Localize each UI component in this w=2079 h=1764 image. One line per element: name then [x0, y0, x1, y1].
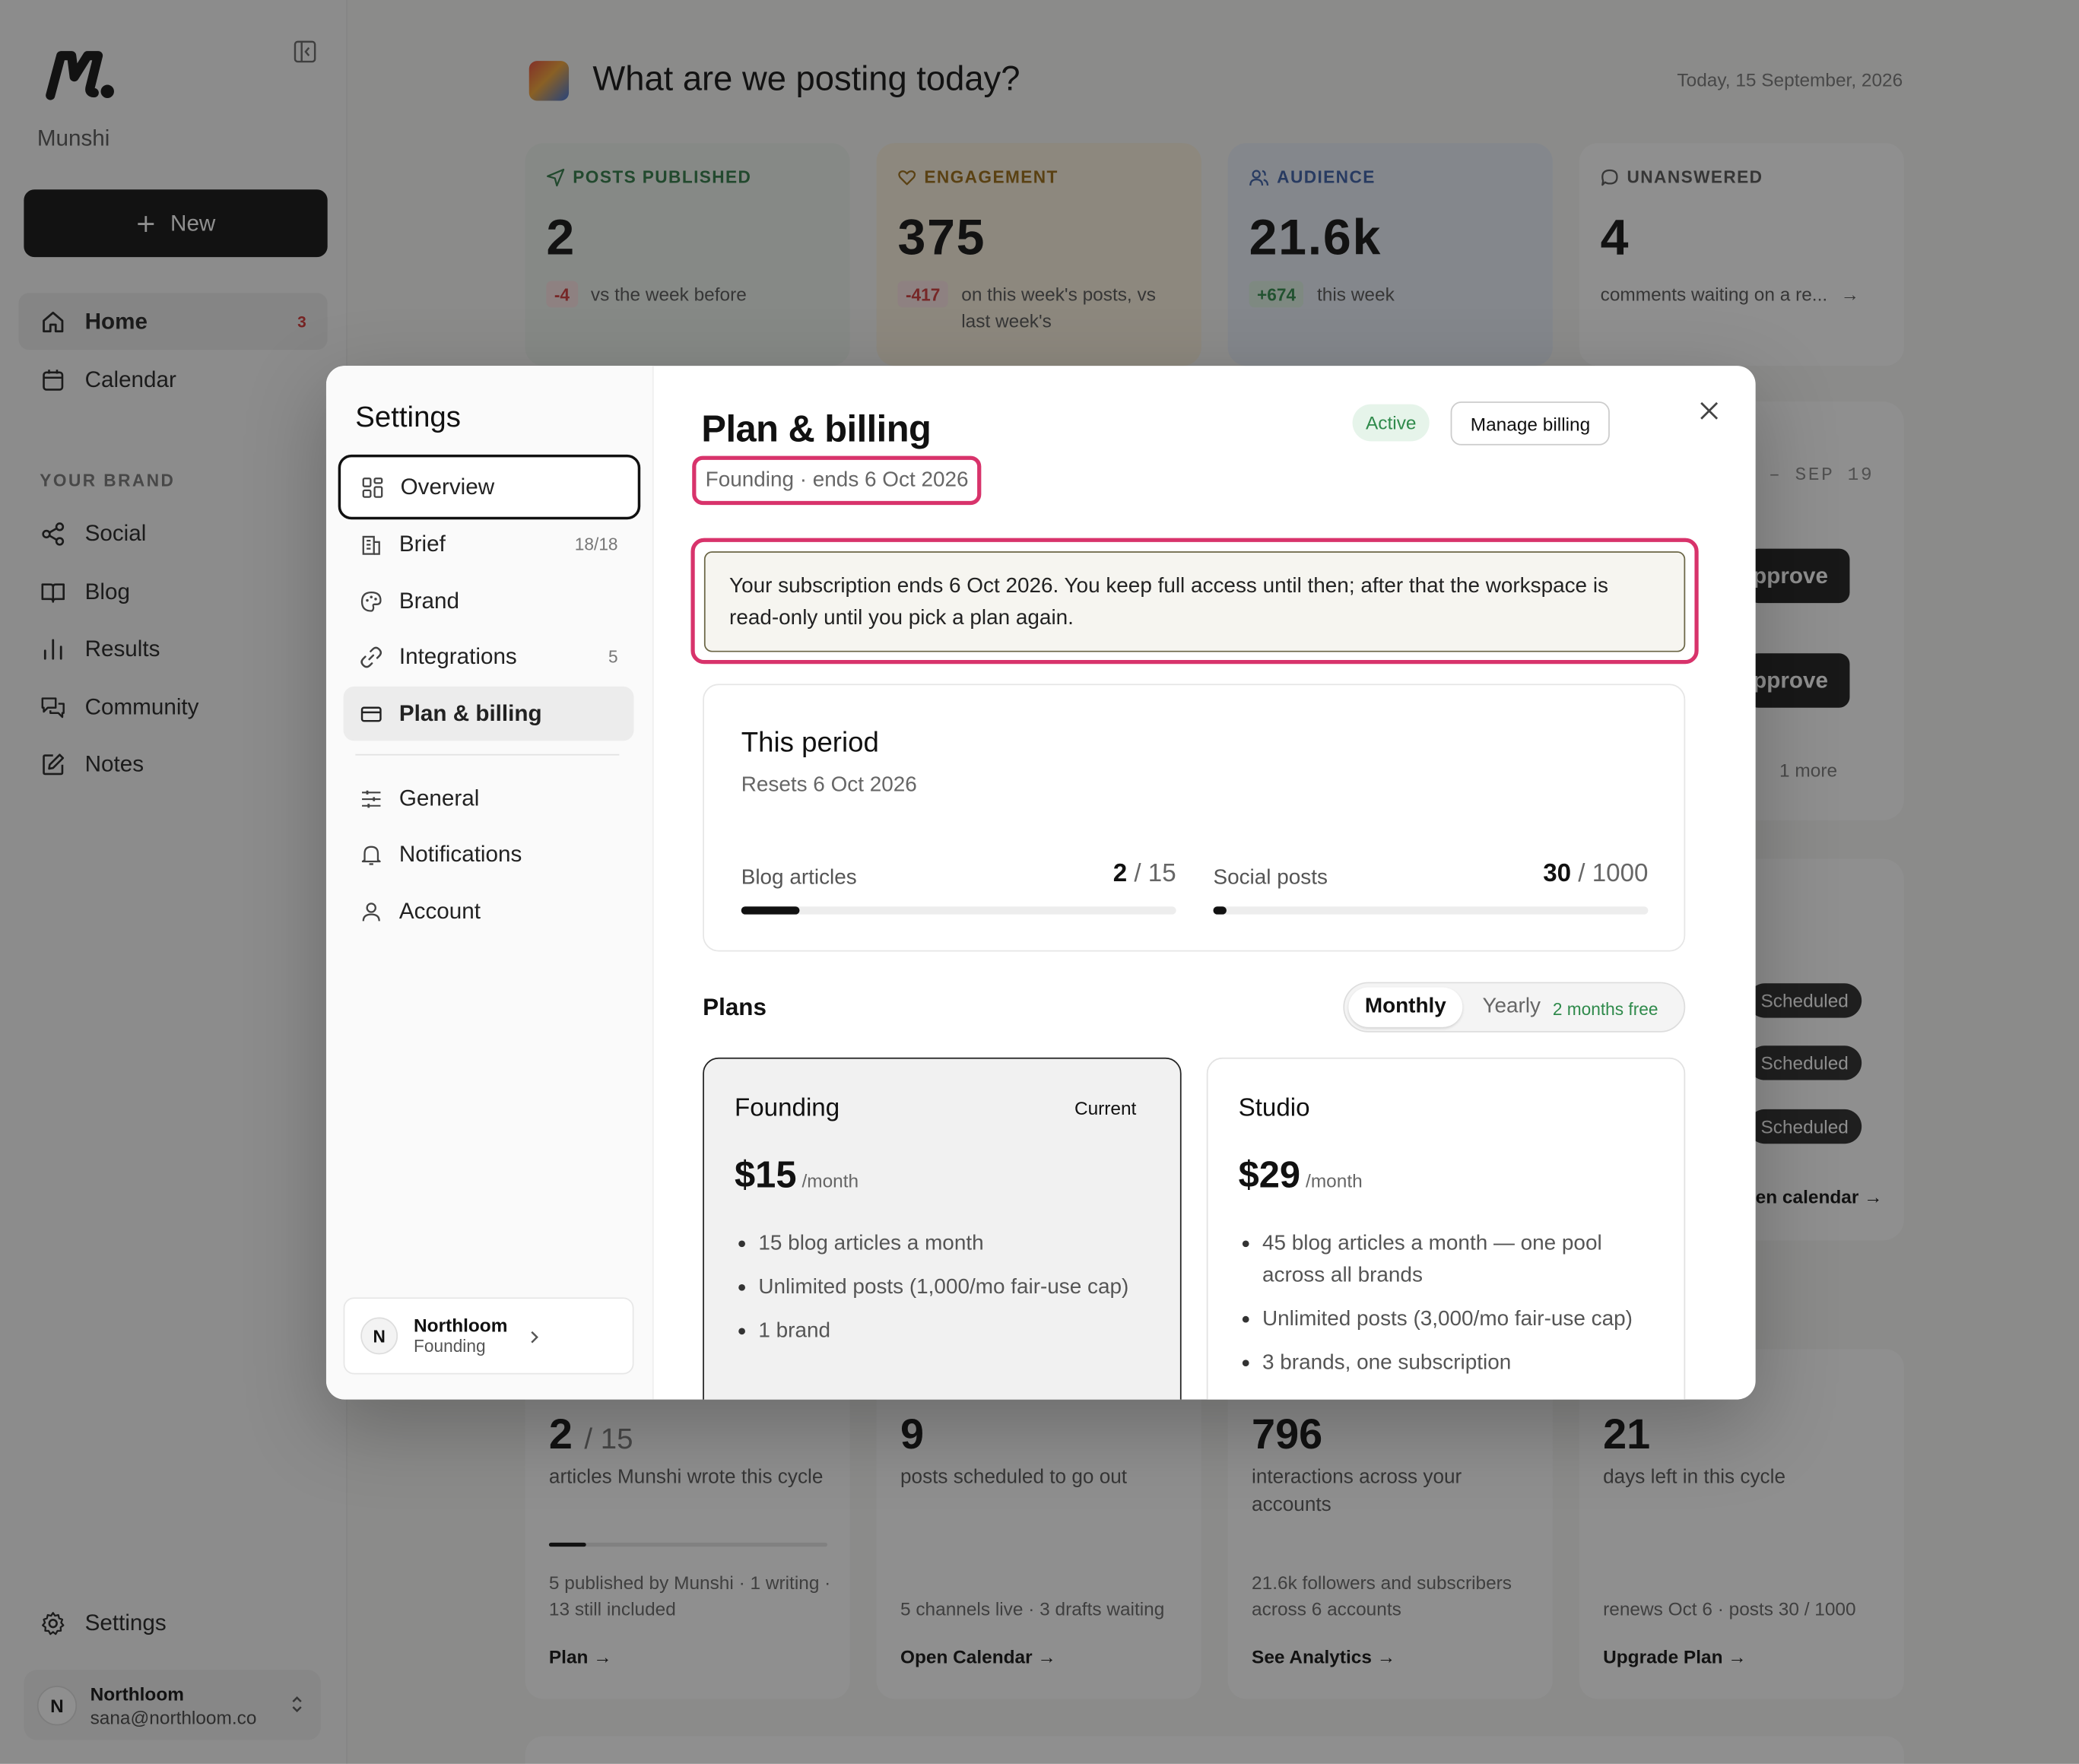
meter-bar — [741, 906, 1176, 915]
plan-card-studio[interactable]: Studio $29/month 45 blog articles a mont… — [1206, 1057, 1686, 1400]
usage-period-card: This period Resets 6 Oct 2026 Blog artic… — [703, 684, 1686, 952]
plan-feature: 15 blog articles a month — [735, 1229, 1146, 1261]
plan-card-founding[interactable]: Founding Current $15/month 15 blog artic… — [703, 1057, 1182, 1400]
plan-name: Studio — [1238, 1094, 1310, 1123]
plan-period: /month — [801, 1170, 859, 1191]
plan-features: 45 blog articles a month — one pool acro… — [1239, 1229, 1650, 1391]
toggle-monthly[interactable]: Monthly — [1348, 987, 1463, 1027]
plan-price: $29 — [1238, 1154, 1301, 1196]
plan-price: $15 — [735, 1154, 797, 1196]
plan-feature: 3 brands, one subscription — [1239, 1348, 1650, 1380]
billing-interval-toggle[interactable]: Monthly Yearly 2 months free — [1343, 982, 1686, 1033]
meter-bar — [1213, 906, 1649, 915]
plan-period: /month — [1306, 1170, 1363, 1191]
meter-limit: / 1000 — [1578, 860, 1649, 888]
modal-scroll-area: Your subscription ends 6 Oct 2026. You k… — [326, 366, 1756, 1400]
plan-feature: 1 brand — [735, 1316, 1146, 1348]
yearly-discount-note: 2 months free — [1552, 999, 1658, 1020]
plan-features: 15 blog articles a month Unlimited posts… — [735, 1229, 1146, 1360]
plans-heading: Plans — [703, 994, 767, 1021]
plan-feature: Unlimited posts (1,000/mo fair-use cap) — [735, 1272, 1146, 1304]
meter-fill — [741, 906, 800, 915]
meter-used: 2 — [1113, 860, 1128, 888]
meter-label: Social posts — [1213, 866, 1328, 890]
current-plan-tag: Current — [1074, 1097, 1137, 1119]
subscription-notice: Your subscription ends 6 Oct 2026. You k… — [703, 551, 1686, 652]
plan-feature: 45 blog articles a month — one pool acro… — [1239, 1229, 1650, 1293]
period-resets: Resets 6 Oct 2026 — [741, 773, 917, 797]
meter-used: 30 — [1543, 860, 1572, 888]
subscription-notice-highlight: Your subscription ends 6 Oct 2026. You k… — [690, 538, 1699, 665]
period-title: This period — [741, 727, 879, 758]
meter-fill — [1213, 906, 1227, 915]
meter-limit: / 15 — [1134, 860, 1176, 888]
toggle-yearly[interactable]: Yearly — [1482, 995, 1541, 1019]
plan-feature: Unlimited posts (3,000/mo fair-use cap) — [1239, 1304, 1650, 1336]
plan-name: Founding — [735, 1094, 840, 1123]
meter-label: Blog articles — [741, 866, 857, 890]
